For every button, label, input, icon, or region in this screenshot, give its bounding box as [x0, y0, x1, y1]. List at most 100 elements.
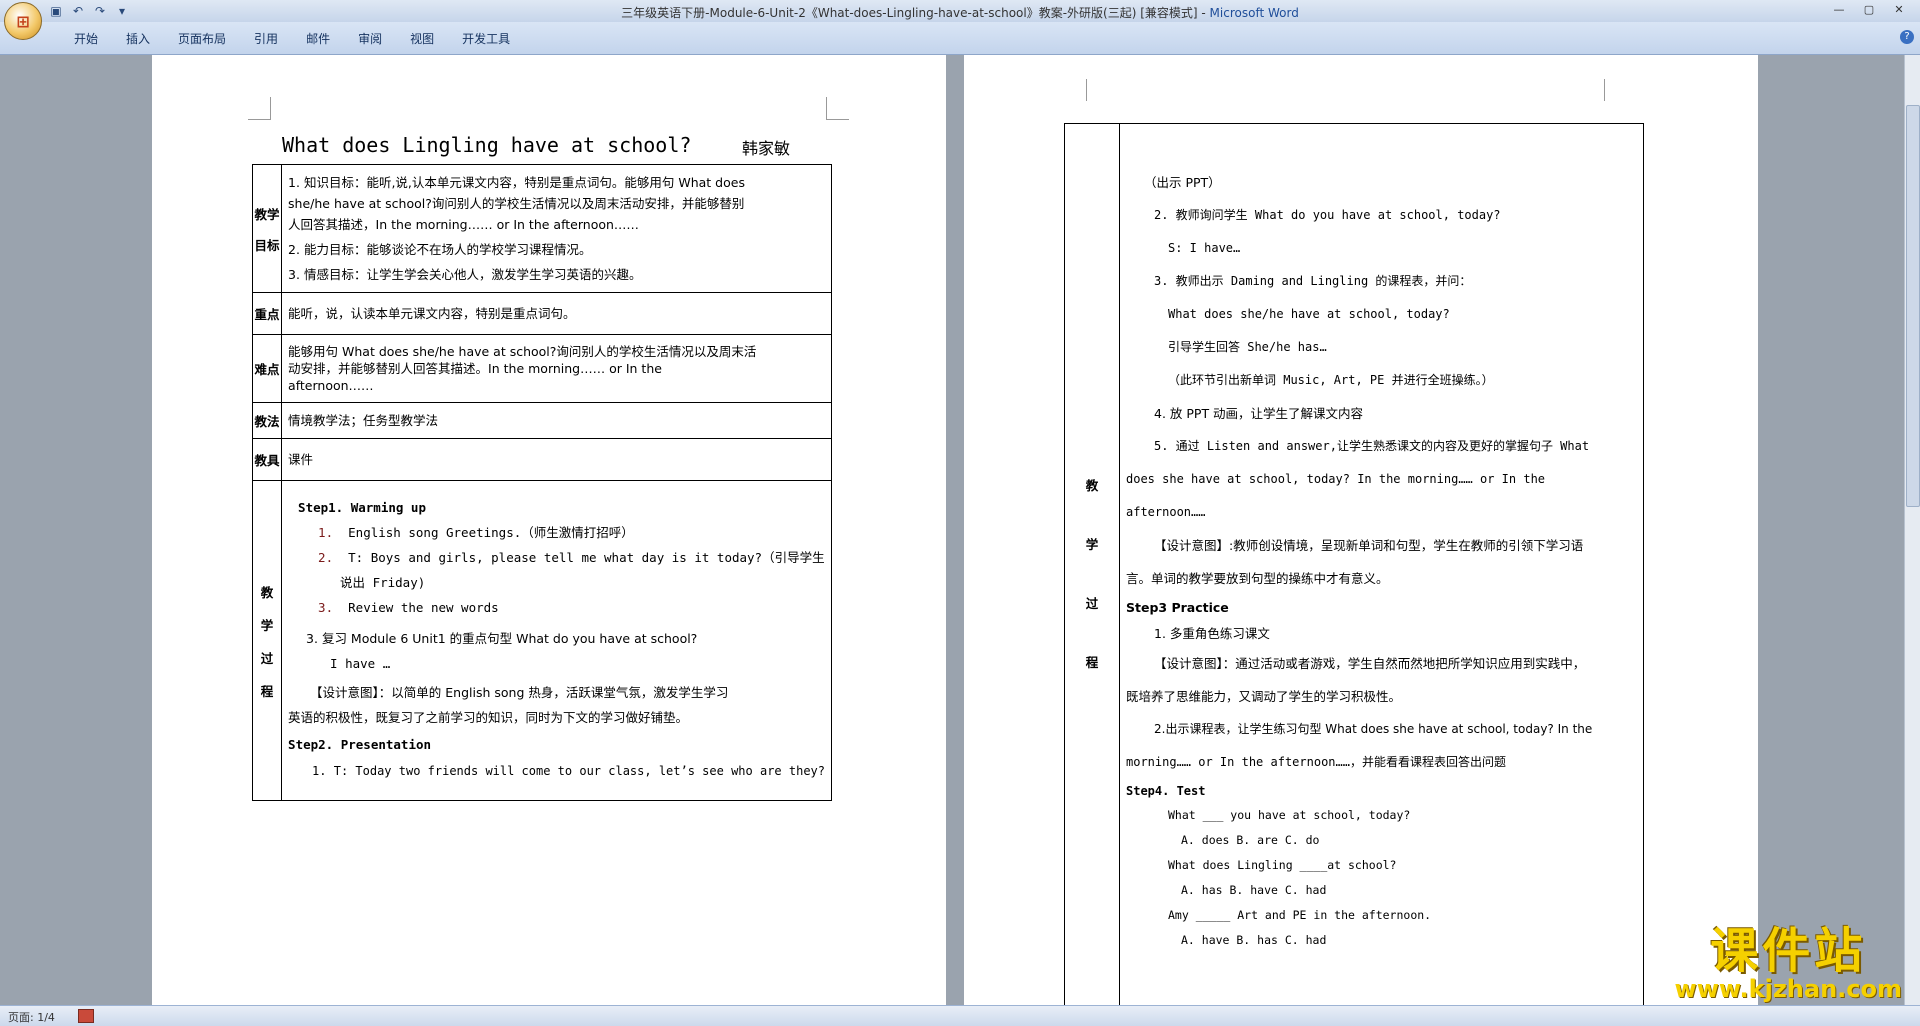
test-question: What does Lingling ____at school?: [1168, 858, 1397, 872]
minimize-icon[interactable]: —: [1826, 2, 1852, 18]
lesson-plan-table: 教学 目标 1. 知识目标：能听,说,认本单元课文内容，特别是重点词句。能够用句 …: [251, 164, 832, 801]
goals-cell[interactable]: 1. 知识目标：能听,说,认本单元课文内容，特别是重点词句。能够用句 What …: [281, 164, 832, 293]
lesson-plan-table-continued: 教 学 过 程 （出示 PPT） 2. 教师询问学生 What do you h…: [1064, 123, 1644, 1023]
tools-text: 课件: [288, 452, 314, 467]
tab-view[interactable]: 视图: [396, 30, 448, 47]
process-line: 2.出示课程表，让学生练习句型 What does she have at sc…: [1154, 722, 1593, 736]
step-item: Review the new words: [348, 600, 499, 615]
goal-line: 1. 知识目标：能听,说,认本单元课文内容，特别是重点词句。能够用句 What …: [288, 175, 745, 190]
label-line: 教: [1085, 478, 1099, 493]
step-heading: Step4. Test: [1126, 784, 1206, 798]
watermark-url: www.kjzhan.com: [1674, 975, 1902, 1003]
process-cell[interactable]: Step1. Warming up 1. English song Greeti…: [281, 480, 832, 801]
process-line: 1. 多重角色练习课文: [1154, 626, 1270, 641]
label-line: 学: [1085, 537, 1099, 552]
difficult-cell[interactable]: 能够用句 What does she/he have at school?询问别…: [281, 334, 832, 403]
step-item: 1. T: Today two friends will come to our…: [312, 764, 825, 778]
label-line: 过: [260, 650, 274, 666]
design-note: 言。单词的教学要放到句型的操练中才有意义。: [1126, 571, 1389, 586]
step-item: T: Boys and girls, please tell me what d…: [348, 550, 825, 565]
tab-page-layout[interactable]: 页面布局: [164, 30, 240, 47]
process-line: 4. 放 PPT 动画，让学生了解课文内容: [1154, 406, 1364, 421]
tab-references[interactable]: 引用: [240, 30, 292, 47]
method-text: 情境教学法；任务型教学法: [288, 413, 439, 428]
row-label-method: 教法: [251, 402, 283, 439]
design-note: 既培养了思维能力，又调动了学生的学习积极性。: [1126, 689, 1402, 704]
list-number: 1.: [318, 525, 349, 540]
tab-developer[interactable]: 开发工具: [448, 30, 524, 47]
doc-heading: What does Lingling have at school?: [282, 133, 692, 157]
process-line: What does she/he have at school, today?: [1168, 307, 1450, 321]
tab-review[interactable]: 审阅: [344, 30, 396, 47]
row-label-process: 教 学 过 程: [1064, 123, 1120, 1023]
process-line: （此环节引出新单词 Music, Art, PE 并进行全班操练。）: [1168, 373, 1494, 387]
margin-mark: [248, 97, 271, 120]
process-line: morning…… or In the afternoon……，并能看看课程表回…: [1126, 755, 1506, 769]
doc-title-text: 三年级英语下册-Module-6-Unit-2《What-does-Lingli…: [621, 6, 1210, 20]
process-cell-continued[interactable]: （出示 PPT） 2. 教师询问学生 What do you have at s…: [1119, 123, 1644, 1023]
window-controls: — ▢ ✕: [1826, 2, 1912, 18]
office-button[interactable]: ⊞: [4, 2, 42, 40]
window-title: 三年级英语下册-Module-6-Unit-2《What-does-Lingli…: [0, 4, 1920, 21]
margin-mark: [826, 97, 849, 120]
label-line: 程: [260, 683, 274, 699]
label-line: 教学: [254, 206, 280, 222]
status-bar: 页面: 1/4: [0, 1005, 1920, 1026]
process-line: 2. 教师询问学生 What do you have at school, to…: [1154, 208, 1501, 222]
design-note: 【设计意图】：通过活动或者游戏，学生自然而然地把所学知识应用到实践中，: [1154, 656, 1586, 671]
design-note: 【设计意图】:教师创设情境，呈现新单词和句型，学生在教师的引领下学习语: [1154, 538, 1584, 553]
row-label-process: 教 学 过 程: [251, 480, 283, 801]
step-item: English song Greetings.（师生激情打招呼）: [348, 525, 634, 540]
margin-mark: [1604, 79, 1627, 101]
label-line: 过: [1085, 596, 1099, 611]
vertical-scrollbar[interactable]: [1904, 55, 1920, 1005]
page-1: What does Lingling have at school? 韩家敏 教…: [152, 55, 946, 1005]
method-cell[interactable]: 情境教学法；任务型教学法: [281, 402, 832, 439]
tools-cell[interactable]: 课件: [281, 438, 832, 481]
watermark-text: 课件站: [1710, 923, 1867, 979]
ribbon-tabs: 开始 插入 页面布局 引用 邮件 审阅 视图 开发工具: [60, 30, 524, 47]
design-note: 【设计意图】：以简单的 English song 热身，活跃课堂气氛，激发学生学…: [310, 685, 729, 700]
difficult-line: afternoon……: [288, 378, 374, 393]
goal-line: 3. 情感目标：让学生学会关心他人，激发学生学习英语的兴趣。: [288, 267, 642, 282]
key-cell[interactable]: 能听，说，认读本单元课文内容，特别是重点词句。: [281, 292, 832, 335]
scroll-thumb[interactable]: [1906, 105, 1920, 507]
maximize-icon[interactable]: ▢: [1856, 2, 1882, 18]
process-line: （出示 PPT）: [1144, 175, 1221, 190]
tab-home[interactable]: 开始: [60, 30, 112, 47]
list-number: 2.: [318, 550, 349, 565]
test-options: A. does B. are C. do: [1181, 833, 1320, 847]
design-note: 英语的积极性，既复习了之前学习的知识，同时为下文的学习做好铺垫。: [288, 710, 689, 725]
step-heading: Step1. Warming up: [298, 500, 426, 515]
label-line: 学: [260, 617, 274, 633]
difficult-line: 动安排，并能够替别人回答其描述。In the morning…… or In t…: [288, 361, 662, 376]
test-question: Amy _____ Art and PE in the afternoon.: [1168, 908, 1432, 922]
margin-mark: [1064, 79, 1087, 101]
ribbon: 开始 插入 页面布局 引用 邮件 审阅 视图 开发工具 ?: [0, 22, 1920, 55]
step-heading: Step2. Presentation: [288, 737, 432, 752]
label-line: 教: [260, 584, 274, 600]
close-icon[interactable]: ✕: [1886, 2, 1912, 18]
key-text: 能听，说，认读本单元课文内容，特别是重点词句。: [288, 306, 576, 321]
watermark-logo: 课件站 www.kjzhan.com: [1675, 911, 1902, 1003]
process-line: S: I have…: [1168, 241, 1241, 255]
list-number: 3.: [318, 600, 349, 615]
page-indicator[interactable]: 页面: 1/4: [8, 1009, 55, 1025]
goal-line: she/he have at school?询问别人的学校生活情况以及周末活动安…: [288, 196, 745, 211]
proofing-icon[interactable]: [78, 1009, 94, 1023]
process-line: 5. 通过 Listen and answer,让学生熟悉课文的内容及更好的掌握…: [1154, 439, 1590, 453]
step-item: 3. 复习 Module 6 Unit1 的重点句型 What do you h…: [306, 631, 698, 646]
process-line: afternoon……: [1126, 505, 1206, 519]
row-label-key: 重点: [251, 292, 283, 335]
help-icon[interactable]: ?: [1900, 30, 1914, 44]
step-heading: Step3 Practice: [1126, 600, 1229, 615]
step-item: I have …: [330, 656, 391, 671]
app-name: Microsoft Word: [1209, 6, 1299, 20]
tab-mailings[interactable]: 邮件: [292, 30, 344, 47]
process-line: does she have at school, today? In the m…: [1126, 472, 1546, 486]
tab-insert[interactable]: 插入: [112, 30, 164, 47]
title-bar: ▣ ↶ ↷ ▾ 三年级英语下册-Module-6-Unit-2《What-doe…: [0, 0, 1920, 22]
test-question: What ___ you have at school, today?: [1168, 808, 1411, 822]
label-line: 目标: [254, 237, 280, 253]
goal-line: 2. 能力目标：能够谈论不在场人的学校学习课程情况。: [288, 242, 592, 257]
